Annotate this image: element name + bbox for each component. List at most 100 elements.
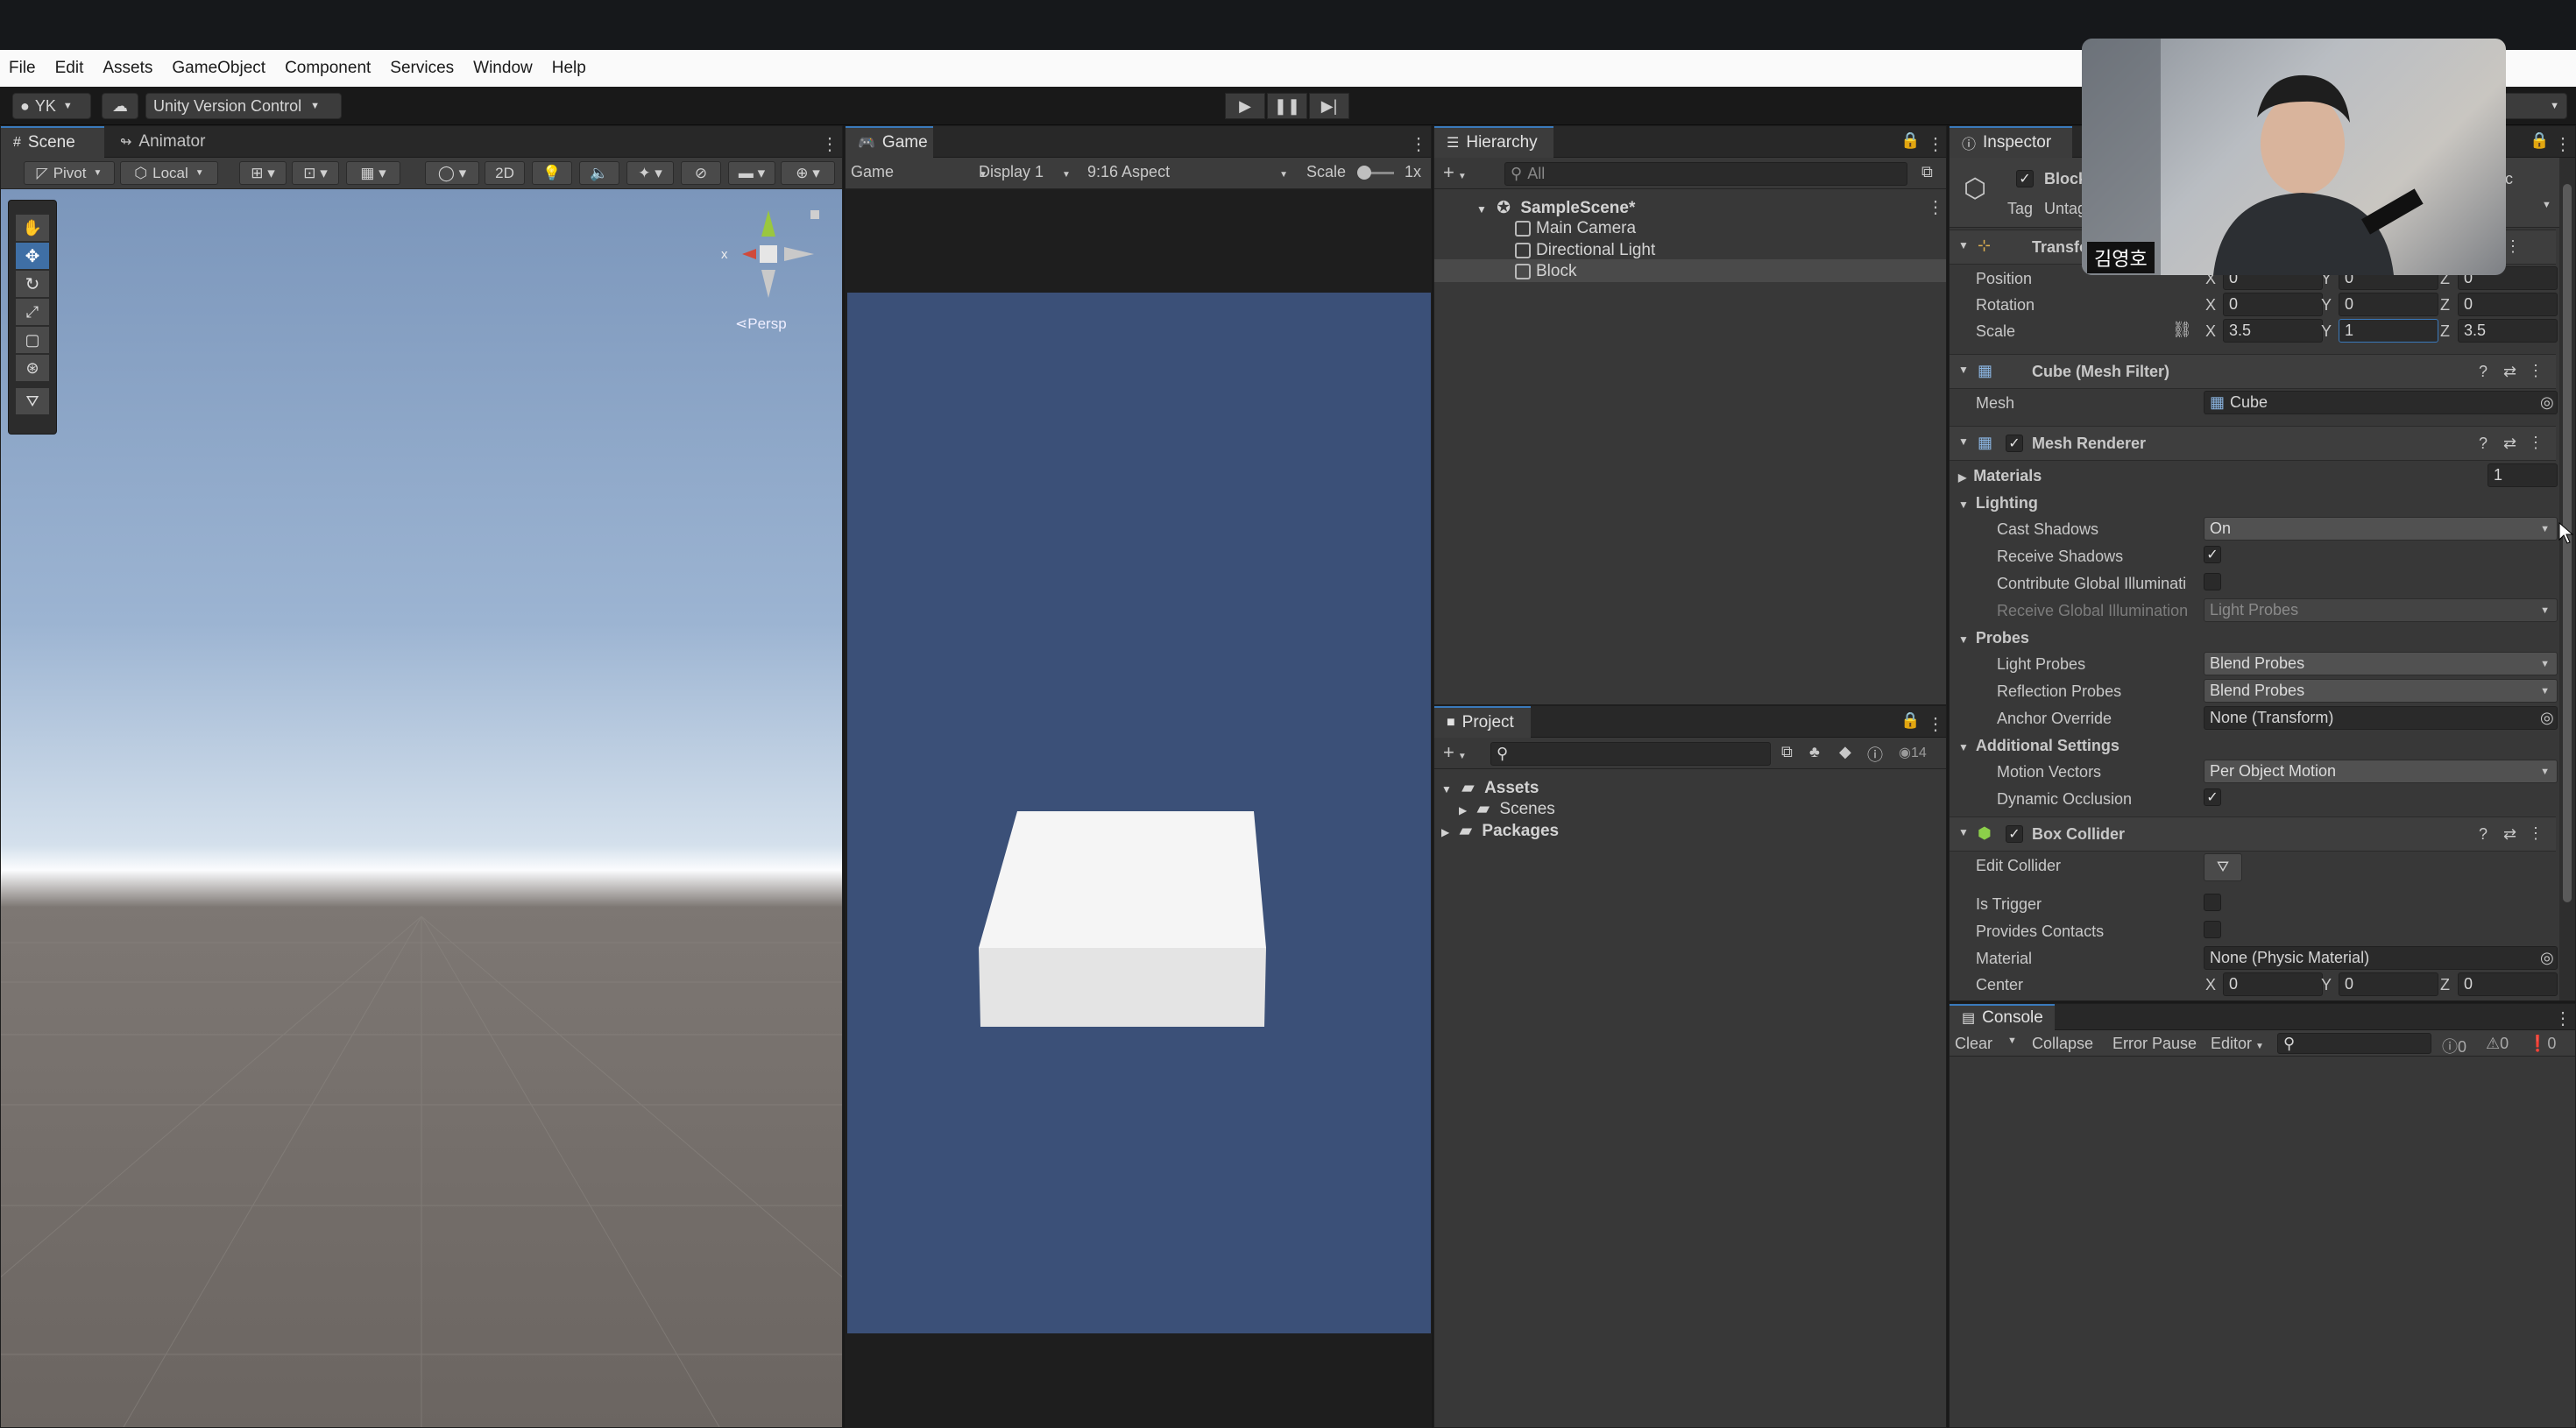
hierarchy-item-directional-light[interactable]: Directional Light: [1515, 241, 1655, 260]
error-toggle[interactable]: ❗0: [2528, 1035, 2556, 1053]
aspect-dropdown[interactable]: 9:16 Aspect ▼: [1087, 163, 1288, 181]
grid-visibility-button[interactable]: ▦ ▾: [346, 161, 400, 185]
mesh-filter-header[interactable]: ▼ ▦ Cube (Mesh Filter) ? ⇄ ⋮: [1950, 354, 2556, 389]
clear-options-dropdown[interactable]: ▼: [2007, 1036, 2017, 1046]
mesh-renderer-enabled-checkbox[interactable]: ✓: [2006, 435, 2023, 452]
anchor-override-field[interactable]: None (Transform): [2204, 706, 2558, 730]
audio-toggle[interactable]: 🔈: [579, 161, 619, 185]
center-x-field[interactable]: 0: [2223, 972, 2323, 996]
camera-dropdown[interactable]: ▬ ▾: [728, 161, 775, 185]
play-button[interactable]: ▶: [1225, 93, 1265, 119]
lighting-toggle[interactable]: 💡: [532, 161, 572, 185]
console-search-input[interactable]: ⚲: [2277, 1033, 2431, 1054]
receive-shadows-checkbox[interactable]: ✓: [2204, 546, 2221, 563]
version-control-button[interactable]: Unity Version Control ▼: [145, 93, 342, 119]
menu-component[interactable]: Component: [285, 59, 371, 78]
tab-console[interactable]: ▤ Console: [1950, 1004, 2055, 1030]
lock-icon[interactable]: 🔒: [2530, 131, 2549, 150]
link-icon[interactable]: ⛓: [2172, 321, 2192, 339]
inspector-scrollbar[interactable]: [2559, 158, 2575, 1000]
lighting-foldout[interactable]: ▼ Lighting: [1958, 494, 2038, 513]
warning-toggle[interactable]: ⚠0: [2486, 1035, 2509, 1053]
rotation-x-field[interactable]: 0: [2223, 293, 2323, 316]
more-icon[interactable]: ⋮: [1927, 133, 1944, 155]
project-scenes-folder[interactable]: ▶ ▰ Scenes: [1459, 799, 1555, 819]
create-button[interactable]: + ▼: [1443, 741, 1467, 764]
cast-shadows-dropdown[interactable]: On ▼: [2204, 517, 2558, 541]
effects-dropdown[interactable]: ✦ ▾: [626, 161, 674, 185]
help-icon[interactable]: ?: [2479, 825, 2488, 844]
project-search-input[interactable]: ⚲: [1490, 742, 1771, 766]
persp-label[interactable]: ⋖Persp: [735, 315, 787, 333]
more-icon[interactable]: ⋮: [821, 133, 839, 155]
help-icon[interactable]: ?: [2479, 435, 2488, 453]
is-trigger-checkbox[interactable]: [2204, 894, 2221, 911]
scale-x-field[interactable]: 3.5: [2223, 319, 2323, 343]
tab-hierarchy[interactable]: ☰ Hierarchy: [1434, 126, 1553, 158]
hierarchy-scene-root[interactable]: ▼ ✪ SampleScene*: [1476, 198, 1635, 218]
add-button[interactable]: + ▼: [1443, 161, 1467, 184]
mesh-field[interactable]: ▦ Cube: [2204, 391, 2558, 414]
gizmos-dropdown[interactable]: ⊕ ▾: [781, 161, 835, 185]
menu-window[interactable]: Window: [473, 59, 533, 78]
rotation-y-field[interactable]: 0: [2339, 293, 2438, 316]
more-icon[interactable]: ⋮: [1410, 133, 1427, 155]
step-button[interactable]: ▶|: [1309, 93, 1349, 119]
contribute-gi-checkbox[interactable]: [2204, 573, 2221, 590]
grid-snap-button[interactable]: ⊞ ▾: [239, 161, 287, 185]
help-icon[interactable]: ?: [2479, 363, 2488, 381]
pivot-dropdown[interactable]: ◸ Pivot ▼: [24, 161, 115, 185]
hierarchy-item-main-camera[interactable]: Main Camera: [1515, 219, 1636, 238]
error-pause-button[interactable]: Error Pause: [2112, 1035, 2197, 1053]
search-by-label-icon[interactable]: ♣: [1809, 743, 1820, 761]
materials-foldout[interactable]: ▶ Materials: [1958, 467, 2042, 485]
info-icon[interactable]: ⓘ: [1867, 743, 1883, 766]
scale-slider[interactable]: [1357, 166, 1394, 180]
scene-more-icon[interactable]: ⋮: [1927, 196, 1944, 218]
center-y-field[interactable]: 0: [2339, 972, 2438, 996]
snap-increment-button[interactable]: ⊡ ▾: [292, 161, 339, 185]
project-assets-folder[interactable]: ▼ ▰ Assets: [1441, 778, 1539, 798]
scene-viewport[interactable]: ✋ ✥ ↻ ⤢ ▢ ⊛ ⛛ x ⋖Persp: [1, 189, 842, 1427]
cloud-button[interactable]: ☁: [102, 93, 138, 119]
display-dropdown[interactable]: Display 1 ▼: [979, 163, 1071, 181]
scale-slider-thumb[interactable]: [1357, 166, 1371, 180]
static-dropdown[interactable]: c: [2505, 170, 2513, 188]
game-view-dropdown[interactable]: Game ▼: [851, 163, 987, 181]
probes-foldout[interactable]: ▼ Probes: [1958, 629, 2029, 647]
dynamic-occlusion-checkbox[interactable]: ✓: [2204, 788, 2221, 806]
pause-button[interactable]: ❚❚: [1267, 93, 1307, 119]
preset-icon[interactable]: ⇄: [2503, 825, 2516, 844]
tab-game[interactable]: 🎮 Game: [846, 126, 933, 158]
collapse-button[interactable]: Collapse: [2032, 1035, 2093, 1053]
game-viewport[interactable]: [847, 293, 1431, 1333]
materials-count-field[interactable]: 1: [2488, 463, 2558, 487]
more-icon[interactable]: ⋮: [2554, 1007, 2572, 1029]
rotation-z-field[interactable]: 0: [2458, 293, 2558, 316]
tab-project[interactable]: ■ Project: [1434, 706, 1531, 738]
hierarchy-item-block[interactable]: Block: [1515, 262, 1576, 281]
lock-icon[interactable]: 🔒: [1900, 711, 1920, 730]
light-probes-dropdown[interactable]: Blend Probes ▼: [2204, 652, 2558, 675]
object-picker-icon[interactable]: ◎: [2540, 393, 2554, 412]
clear-button[interactable]: Clear: [1955, 1035, 1992, 1053]
tab-scene[interactable]: # Scene: [1, 126, 104, 158]
menu-assets[interactable]: Assets: [103, 59, 152, 78]
object-picker-icon[interactable]: ◎: [2540, 709, 2554, 727]
provides-contacts-checkbox[interactable]: [2204, 921, 2221, 938]
project-packages-folder[interactable]: ▶ ▰ Packages: [1441, 821, 1559, 841]
menu-services[interactable]: Services: [390, 59, 454, 78]
scale-z-field[interactable]: 3.5: [2458, 319, 2558, 343]
object-name-field[interactable]: Block: [2044, 170, 2087, 188]
box-collider-enabled-checkbox[interactable]: ✓: [2006, 825, 2023, 843]
lock-icon[interactable]: 🔒: [1900, 131, 1920, 150]
search-by-type-icon[interactable]: ⧉: [1781, 743, 1793, 761]
tag-icon[interactable]: ◆: [1839, 743, 1851, 761]
object-picker-icon[interactable]: ◎: [2540, 949, 2554, 967]
active-checkbox[interactable]: ✓: [2016, 170, 2034, 187]
custom-tool-icon[interactable]: ⛛: [16, 388, 49, 414]
move-tool-icon[interactable]: ✥: [16, 243, 49, 269]
hand-tool-icon[interactable]: ✋: [16, 215, 49, 241]
more-icon[interactable]: ⋮: [2528, 824, 2544, 843]
menu-file[interactable]: File: [9, 59, 36, 78]
